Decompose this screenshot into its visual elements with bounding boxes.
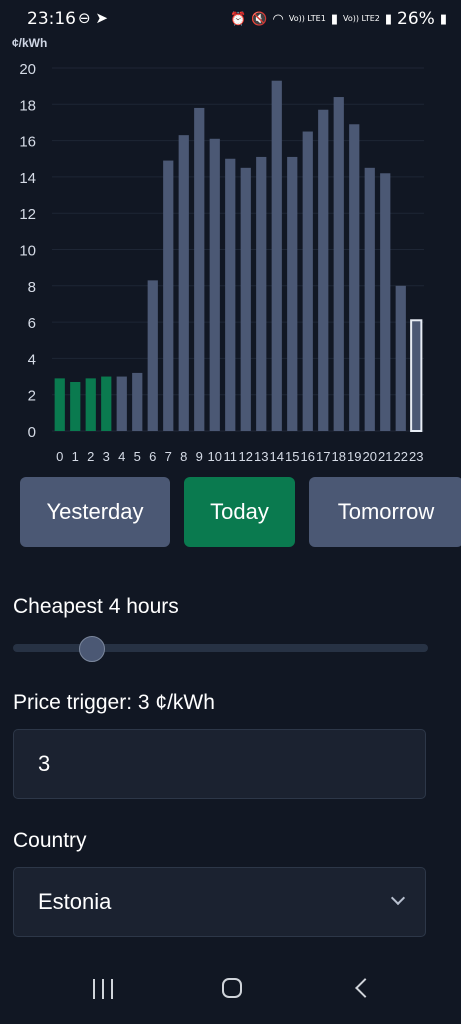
do-not-disturb-icon: ⊖ — [78, 9, 91, 27]
price-bar-hour-17 — [318, 109, 329, 432]
y-tick-label: 0 — [28, 424, 36, 441]
y-tick-label: 20 — [19, 61, 36, 78]
x-tick-label: 22 — [394, 449, 408, 464]
mute-icon: 🔇 — [251, 11, 268, 27]
price-bar-hour-20 — [364, 167, 375, 431]
x-tick-label: 15 — [285, 449, 299, 464]
alarm-icon: ⏰ — [230, 11, 247, 27]
price-chart: ¢/kWh 0 2 4 6 8 10 12 14 16 18 20 0 1 2 3 4 5 6 7 8 9 10 11 12 1… — [0, 30, 461, 470]
price-bar-hour-8 — [178, 135, 189, 431]
signal-icon-2: ▮ — [384, 11, 393, 27]
price-bar-hour-21 — [380, 173, 391, 431]
x-tick-label: 14 — [270, 449, 284, 464]
x-tick-label: 5 — [134, 449, 141, 464]
y-tick-label: 16 — [19, 134, 36, 151]
x-tick-label: 23 — [409, 449, 423, 464]
price-bar-hour-13 — [256, 156, 267, 431]
x-tick-label: 11 — [224, 449, 238, 464]
x-tick-label: 16 — [301, 449, 315, 464]
x-tick-label: 4 — [118, 449, 125, 464]
x-tick-label: 8 — [180, 449, 187, 464]
x-tick-label: 1 — [72, 449, 79, 464]
price-trigger-input[interactable]: 3 — [13, 729, 426, 799]
y-tick-label: 6 — [28, 315, 36, 332]
x-tick-label: 7 — [165, 449, 172, 464]
x-tick-label: 9 — [196, 449, 203, 464]
price-bar-hour-6 — [147, 280, 158, 431]
price-bar-hour-11 — [225, 158, 236, 431]
home-icon[interactable] — [222, 978, 242, 998]
y-tick-label: 10 — [19, 243, 36, 260]
price-bar-hour-19 — [349, 124, 360, 431]
country-label: Country — [13, 829, 87, 852]
x-tick-label: 18 — [332, 449, 346, 464]
price-bar-hour-23 — [410, 319, 423, 432]
x-tick-label: 3 — [103, 449, 110, 464]
price-bar-chart: 024681012141618200 1 2 3 4 5 6 7 8 9 10 11 12 13 14 15 1… — [19, 61, 424, 464]
price-bar-hour-7 — [163, 160, 174, 431]
volte2-label: Vo)) LTE2 — [342, 14, 380, 23]
status-right-icons: ⏰ 🔇 ◠ Vo)) LTE1 ▮ Vo)) LTE2 ▮ 26% ▮ — [230, 9, 447, 29]
x-tick-label: 21 — [378, 449, 392, 464]
y-tick-label: 14 — [19, 170, 36, 187]
yesterday-button[interactable]: Yesterday — [20, 477, 170, 547]
price-bar-hour-4 — [116, 376, 127, 431]
status-time: 23:16 — [27, 9, 76, 29]
status-left-icons: ⊖ ➤ — [78, 9, 108, 27]
price-bar-hour-9 — [194, 107, 205, 432]
x-tick-label: 10 — [208, 449, 222, 464]
price-bar-hour-15 — [287, 156, 298, 431]
price-bar-hour-10 — [209, 138, 220, 431]
signal-icon: ▮ — [330, 11, 338, 27]
price-bar-hour-2 — [85, 378, 96, 431]
x-tick-label: 12 — [239, 449, 253, 464]
price-bar-hour-5 — [132, 372, 143, 431]
country-select[interactable]: Estonia — [13, 867, 426, 937]
cheapest-hours-slider-track[interactable] — [13, 644, 428, 652]
x-tick-label: 2 — [87, 449, 94, 464]
battery-icon: ▮ — [439, 11, 447, 27]
y-tick-label: 12 — [19, 206, 36, 223]
price-bar-hour-0 — [54, 378, 65, 431]
country-select-value: Estonia — [38, 889, 112, 914]
system-navigation-bar — [0, 950, 461, 1024]
recent-apps-icon[interactable] — [93, 979, 115, 999]
chevron-down-icon — [390, 890, 406, 906]
price-bar-hour-1 — [70, 381, 81, 431]
y-tick-label: 2 — [28, 388, 36, 405]
cheapest-hours-slider-thumb[interactable] — [79, 636, 105, 662]
price-bar-hour-12 — [240, 167, 251, 431]
price-trigger-label: Price trigger: 3 ¢/kWh — [13, 691, 215, 714]
y-tick-label: 4 — [28, 351, 36, 368]
x-tick-label: 20 — [363, 449, 377, 464]
price-bar-hour-22 — [395, 285, 406, 431]
price-bar-hour-16 — [302, 131, 313, 431]
price-bar-hour-3 — [101, 376, 112, 431]
x-tick-label: 19 — [347, 449, 361, 464]
back-icon[interactable] — [355, 978, 375, 998]
y-tick-label: 8 — [28, 279, 36, 296]
today-button[interactable]: Today — [184, 477, 295, 547]
x-tick-label: 17 — [316, 449, 330, 464]
x-tick-label: 0 — [56, 449, 63, 464]
y-tick-label: 18 — [19, 97, 36, 114]
price-bar-hour-18 — [333, 97, 344, 431]
x-tick-label: 6 — [149, 449, 156, 464]
tomorrow-button[interactable]: Tomorrow — [309, 477, 461, 547]
x-tick-label: 13 — [254, 449, 268, 464]
price-bar-hour-14 — [271, 80, 282, 431]
wifi-icon: ◠ — [272, 11, 284, 27]
cheapest-hours-label: Cheapest 4 hours — [13, 595, 179, 618]
volte1-label: Vo)) LTE1 — [288, 14, 326, 23]
battery-percent: 26% — [397, 9, 435, 29]
telegram-icon: ➤ — [95, 9, 108, 27]
